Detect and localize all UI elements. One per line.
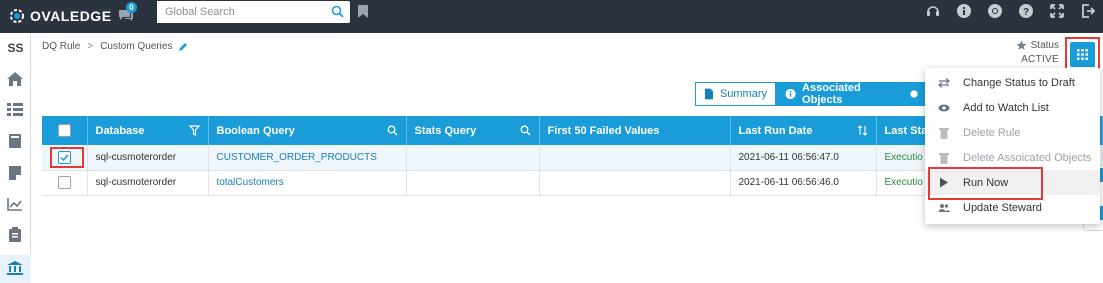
cell-last-run-date: 2021-06-11 06:56:46.0	[730, 170, 877, 196]
bank-icon[interactable]	[6, 260, 24, 276]
highlight-row-checkbox	[50, 147, 84, 168]
trash-icon	[939, 152, 949, 164]
clock-icon	[910, 90, 918, 98]
header-stats-query[interactable]: Stats Query	[406, 116, 540, 145]
tab-bar: Summary Associated Objects	[695, 82, 925, 106]
select-all-checkbox[interactable]	[57, 124, 71, 137]
cell-boolean-query-link[interactable]: totalCustomers	[208, 170, 407, 196]
cell-last-run-date: 2021-06-11 06:56:47.0	[730, 145, 877, 171]
menu-item-label: Add to Watch List	[963, 101, 1049, 114]
breadcrumb-current: Custom Queries	[100, 41, 173, 52]
top-bar: OVALEDGE 0 ?	[0, 0, 1103, 33]
status-label: Status	[1030, 40, 1059, 51]
info-circle-icon	[785, 88, 796, 100]
row-checkbox[interactable]	[57, 176, 71, 189]
expand-icon[interactable]	[1049, 3, 1065, 19]
header-last-run-date[interactable]: Last Run Date	[730, 116, 877, 145]
notifications-button[interactable]: 0	[118, 2, 140, 25]
header-first-50-failed[interactable]: First 50 Failed Values	[539, 116, 731, 145]
breadcrumb-separator: >	[87, 41, 94, 52]
table-list-icon[interactable]	[6, 101, 24, 117]
logout-icon[interactable]	[1080, 3, 1096, 19]
cell-database: sql-cusmoterorder	[87, 145, 209, 171]
header-boolean-query[interactable]: Boolean Query	[208, 116, 407, 145]
sidebar: SS	[0, 33, 31, 283]
header-boolean-query-label: Boolean Query	[216, 124, 295, 137]
chrome-icon[interactable]	[987, 3, 1003, 19]
book-icon[interactable]	[6, 133, 24, 149]
clipboard-icon[interactable]	[6, 227, 24, 243]
logo-text: OVALEDGE	[30, 8, 112, 24]
global-search-input[interactable]	[157, 1, 317, 23]
search-icon[interactable]	[331, 5, 344, 18]
svg-text:?: ?	[1023, 7, 1029, 18]
cell-stats-query	[406, 170, 540, 196]
header-database[interactable]: Database	[87, 116, 209, 145]
header-first-50-label: First 50 Failed Values	[547, 124, 660, 137]
tab-more[interactable]	[905, 82, 925, 106]
logo[interactable]: OVALEDGE	[8, 7, 112, 25]
star-icon[interactable]	[1016, 40, 1027, 51]
global-search	[157, 1, 350, 23]
menu-item-label: Delete Rule	[963, 126, 1021, 139]
logo-gear-icon	[10, 9, 24, 23]
header-stats-query-label: Stats Query	[414, 124, 477, 137]
header-select-all	[42, 116, 88, 145]
menu-item-add-watch-list[interactable]: Add to Watch List	[925, 95, 1100, 120]
cell-database: sql-cusmoterorder	[87, 170, 209, 196]
menu-item-delete-rule[interactable]: Delete Rule	[925, 120, 1100, 145]
actions-dropdown-menu: Change Status to Draft Add to Watch List…	[925, 68, 1100, 224]
help-icon[interactable]: ?	[1018, 3, 1034, 19]
menu-item-label: Update Steward	[963, 201, 1042, 214]
swap-icon	[938, 77, 950, 88]
status-value: ACTIVE	[1021, 54, 1059, 65]
cell-first-50	[539, 145, 731, 171]
trash-icon	[939, 127, 949, 139]
cell-first-50	[539, 170, 731, 196]
tab-summary[interactable]: Summary	[695, 82, 776, 106]
eye-icon	[938, 104, 950, 111]
users-icon	[938, 204, 950, 212]
header-database-label: Database	[95, 124, 145, 137]
tab-associated-label: Associated Objects	[802, 82, 861, 106]
info-icon[interactable]	[956, 3, 972, 19]
notification-count-badge: 0	[126, 2, 137, 13]
breadcrumb: DQ Rule > Custom Queries	[42, 41, 188, 52]
cell-boolean-query-link[interactable]: CUSTOMER_ORDER_PRODUCTS	[208, 145, 407, 171]
header-last-status-label: Last Sta	[884, 124, 928, 137]
home-icon[interactable]	[6, 71, 24, 87]
sidebar-ss-label[interactable]: SS	[0, 41, 31, 55]
menu-item-change-status[interactable]: Change Status to Draft	[925, 70, 1100, 95]
filter-icon[interactable]	[188, 125, 200, 136]
menu-item-label: Change Status to Draft	[963, 76, 1075, 89]
search-icon[interactable]	[520, 125, 531, 136]
status-block: Status ACTIVE	[1016, 40, 1059, 65]
highlight-run-now	[928, 167, 1043, 200]
note-icon[interactable]	[6, 165, 24, 181]
chart-icon[interactable]	[6, 196, 24, 212]
breadcrumb-root[interactable]: DQ Rule	[42, 41, 80, 52]
tab-associated-objects[interactable]: Associated Objects	[776, 82, 905, 106]
edit-pencil-icon[interactable]	[178, 42, 188, 52]
cell-stats-query	[406, 145, 540, 171]
row-select-cell	[42, 170, 88, 196]
search-icon[interactable]	[387, 125, 398, 136]
headset-icon[interactable]	[925, 3, 941, 19]
document-icon	[704, 88, 714, 100]
bookmark-icon[interactable]	[357, 4, 369, 19]
sort-icon[interactable]	[857, 125, 868, 136]
header-last-run-date-label: Last Run Date	[738, 124, 813, 137]
tab-summary-label: Summary	[719, 88, 767, 100]
menu-item-label: Delete Assoicated Objects	[963, 151, 1092, 164]
